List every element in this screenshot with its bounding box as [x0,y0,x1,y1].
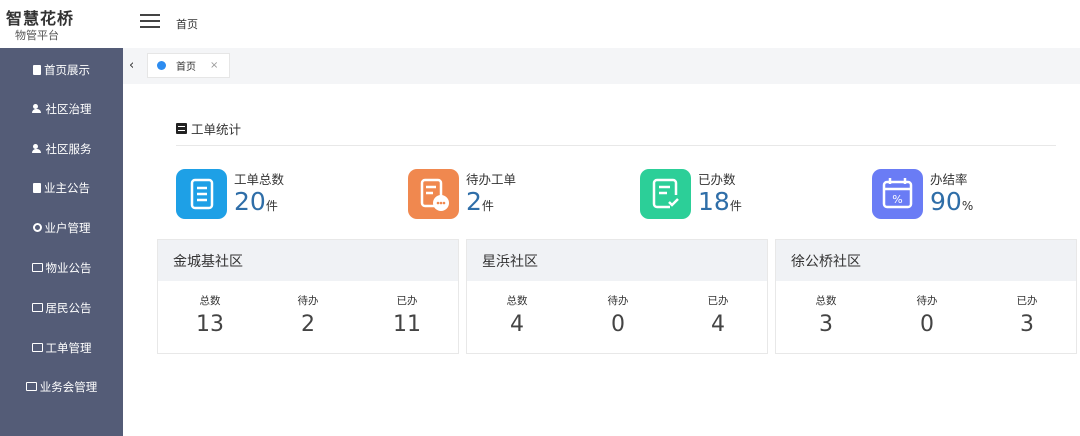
sidebar-item-label: 社区治理 [45,101,92,116]
sidebar-item-property-notice[interactable]: 物业公告 [0,248,123,287]
community-name: 星浜社区 [467,240,767,281]
sidebar-item-services[interactable]: 社区服务 [0,129,123,168]
community-name: 金城基社区 [158,240,458,281]
group-icon [31,103,43,114]
active-dot-icon [157,61,166,70]
folder-icon [31,303,43,312]
list-icon [176,123,187,134]
section-title: 工单统计 [176,119,241,138]
sidebar-item-household[interactable]: 业户管理 [0,208,123,247]
sidebar-item-label: 工单管理 [45,340,92,355]
sidebar-item-label: 社区服务 [45,141,92,156]
tab-home[interactable]: 首页 × [147,53,230,78]
sidebar-item-governance[interactable]: 社区治理 [0,89,123,128]
app-title: 智慧花桥 [6,9,75,28]
community-card-xingbang: 星浜社区 总数 4 待办 0 已办 4 [466,239,768,354]
sidebar-item-label: 业务会管理 [39,379,98,394]
stat-value: 90% [930,187,974,216]
sidebar-item-label: 首页展示 [44,62,90,77]
people-icon [31,143,43,154]
tab-close-icon[interactable]: × [210,60,218,71]
tab-label: 首页 [176,62,196,73]
logo: 智慧花桥 物管平台 [0,0,123,48]
community-card-xugongqiao: 徐公桥社区 总数 3 待办 0 已办 3 [775,239,1077,354]
stat-label: 已办数 [698,172,736,187]
stat-label: 办结率 [930,172,968,187]
divider [176,145,1056,146]
sidebar-item-workorder[interactable]: 工单管理 [0,328,123,367]
sidebar: 首页展示 社区治理 社区服务 业主公告 业户管理 物业公告 居民公告 工单管理 … [0,48,123,436]
page-icon [33,64,41,75]
sidebar-item-resident-notice[interactable]: 居民公告 [0,288,123,327]
folder-icon [31,343,43,352]
stat-value: 20件 [234,187,278,216]
sidebar-item-home[interactable]: 首页展示 [0,50,123,89]
sidebar-item-label: 业主公告 [44,180,90,195]
sidebar-item-label: 物业公告 [45,260,92,275]
gear-icon [32,223,42,232]
app-subtitle: 物管平台 [15,29,59,42]
stat-value: 18件 [698,187,742,216]
stat-value: 2件 [466,187,494,216]
community-card-jinchengji: 金城基社区 总数 13 待办 2 已办 11 [157,239,459,354]
document-icon [33,182,41,193]
folder-icon [31,263,43,272]
document-list-icon [176,169,227,219]
tabs-scroll-left-icon[interactable]: ‹ [129,58,134,73]
tabs-bar: ‹ 首页 × [123,48,1080,84]
done-doc-icon [640,169,691,219]
community-name: 徐公桥社区 [776,240,1076,281]
stat-label: 工单总数 [234,172,285,187]
sidebar-item-label: 居民公告 [45,300,92,315]
breadcrumb: 首页 [176,18,198,31]
pending-doc-icon [408,169,459,219]
top-bar: 首页 [123,0,1080,48]
sidebar-item-owner-notice[interactable]: 业主公告 [0,168,123,207]
section-title-text: 工单统计 [191,122,242,137]
sidebar-item-label: 业户管理 [44,220,91,235]
calendar-percent-icon: % [872,169,923,219]
folder-icon [25,382,37,391]
menu-toggle-icon[interactable] [140,14,160,30]
sidebar-item-committee[interactable]: 业务会管理 [0,367,123,406]
stat-label: 待办工单 [466,172,517,187]
svg-text:%: % [892,193,902,206]
